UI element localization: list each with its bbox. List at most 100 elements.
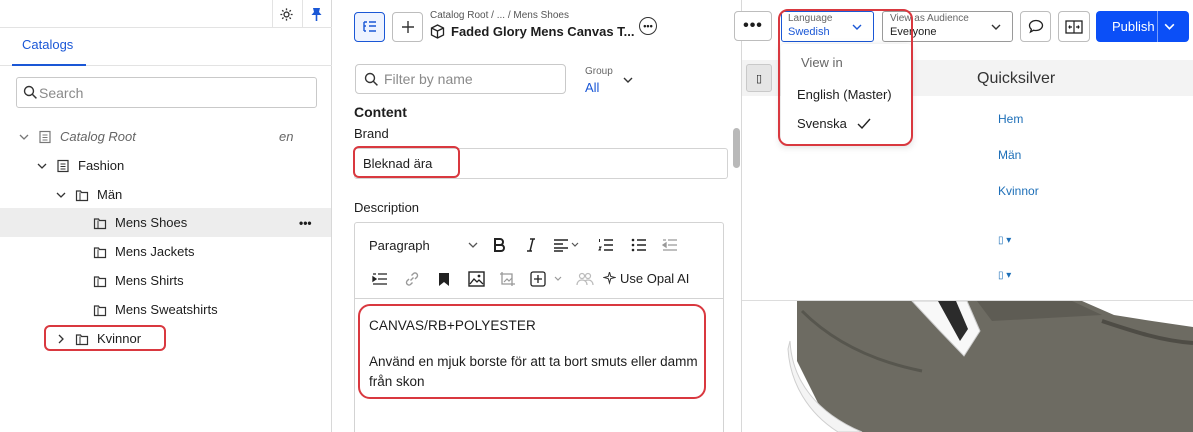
bullet-list-icon xyxy=(631,238,646,252)
bookmark-button[interactable] xyxy=(433,268,455,290)
search-icon xyxy=(23,85,37,99)
brand-label: Brand xyxy=(354,126,389,141)
brand-value[interactable]: Bleknad ära xyxy=(363,156,432,171)
page-title-row: Faded Glory Mens Canvas T... xyxy=(430,24,635,39)
language-option-english[interactable]: English (Master) xyxy=(797,87,892,102)
tree-label: Catalog Root xyxy=(60,129,136,144)
description-text-line-1[interactable]: CANVAS/RB+POLYESTER xyxy=(369,318,536,333)
align-button[interactable] xyxy=(551,234,581,256)
site-user-menu[interactable]: ▯ ▾ xyxy=(998,235,1011,246)
audience-value[interactable]: Everyone xyxy=(890,26,936,38)
sparkle-icon xyxy=(603,272,616,285)
image-button[interactable] xyxy=(465,268,487,290)
site-nav-hem[interactable]: Hem xyxy=(998,112,1023,126)
indent-icon xyxy=(372,273,387,285)
link-icon xyxy=(405,272,419,286)
checkmark-icon xyxy=(857,118,871,129)
tree-item-mens-jackets[interactable]: Mens Jackets xyxy=(0,237,331,266)
product-box-icon xyxy=(430,24,445,39)
site-cart-menu[interactable]: ▯ ▾ xyxy=(998,270,1011,281)
description-label: Description xyxy=(354,200,420,215)
numbered-list-button[interactable] xyxy=(595,234,617,256)
node-icon xyxy=(93,246,107,258)
publish-divider xyxy=(1157,11,1158,42)
italic-icon xyxy=(527,238,535,252)
search-icon xyxy=(364,72,378,86)
indent-button[interactable] xyxy=(369,268,391,290)
more-options-button[interactable]: ••• xyxy=(734,11,772,41)
tree-label: Mens Jackets xyxy=(115,244,195,259)
folder-icon xyxy=(75,333,89,345)
chevron-down-icon xyxy=(468,242,478,248)
outdent-button[interactable] xyxy=(659,234,681,256)
chevron-down-icon[interactable] xyxy=(990,21,1002,33)
chevron-down-icon[interactable] xyxy=(851,21,863,33)
media-icon xyxy=(499,272,515,286)
tree-item-fashion[interactable]: Fashion xyxy=(0,151,331,180)
gear-icon xyxy=(280,7,293,21)
insert-icon xyxy=(530,271,562,287)
shoe-image xyxy=(742,301,1193,432)
filter-field[interactable] xyxy=(355,64,566,94)
align-left-icon xyxy=(554,239,579,252)
compare-icon xyxy=(1065,19,1083,34)
chevron-down-icon[interactable] xyxy=(622,74,634,86)
chevron-down-icon[interactable] xyxy=(18,131,30,143)
active-tab-indicator xyxy=(12,64,86,66)
pin-button[interactable] xyxy=(302,0,330,28)
tree-item-catalog-root[interactable]: Catalog Root en xyxy=(0,122,331,151)
site-nav-kvinnor[interactable]: Kvinnor xyxy=(998,184,1039,198)
link-button[interactable] xyxy=(401,268,423,290)
bookmark-icon xyxy=(439,272,449,286)
scrollbar[interactable] xyxy=(733,60,741,432)
title-more-button[interactable]: ••• xyxy=(639,17,657,35)
tree-item-mens-shirts[interactable]: Mens Shirts xyxy=(0,266,331,295)
tree-item-mens-sweatshirts[interactable]: Mens Sweatshirts xyxy=(0,295,331,324)
site-nav-man[interactable]: Män xyxy=(998,148,1021,162)
tree-label: Män xyxy=(97,187,123,202)
language-value[interactable]: Swedish xyxy=(788,26,830,38)
tab-catalogs[interactable]: Catalogs xyxy=(22,37,73,52)
bullet-list-button[interactable] xyxy=(628,234,650,256)
tree-item-mens-shoes[interactable]: Mens Shoes ••• xyxy=(0,208,331,237)
group-select[interactable]: All xyxy=(585,80,599,95)
chevron-right-icon[interactable] xyxy=(55,333,67,345)
opal-ai-button[interactable]: Use Opal AI xyxy=(603,271,689,286)
more-icon[interactable]: ••• xyxy=(299,216,312,230)
publish-button[interactable]: Publish xyxy=(1096,11,1189,42)
section-title: Content xyxy=(354,104,407,120)
bold-button[interactable] xyxy=(488,234,510,256)
comment-button[interactable] xyxy=(1020,11,1051,42)
paragraph-format-select[interactable]: Paragraph xyxy=(369,234,481,256)
tree-label: Fashion xyxy=(78,158,125,173)
italic-button[interactable] xyxy=(520,234,542,256)
add-button[interactable] xyxy=(392,12,423,42)
search-input[interactable] xyxy=(39,85,309,101)
pin-icon xyxy=(311,7,322,21)
media-button[interactable] xyxy=(496,268,518,290)
group-label: Group xyxy=(585,66,613,77)
catalog-search[interactable] xyxy=(16,77,317,108)
tree-item-man[interactable]: Män xyxy=(0,180,331,209)
description-text-line-2[interactable]: Använd en mjuk borste för att ta bort sm… xyxy=(369,352,699,392)
settings-button[interactable] xyxy=(272,0,300,28)
tree-label: Kvinnor xyxy=(97,331,142,346)
audience-icon xyxy=(574,268,596,290)
chevron-down-icon[interactable] xyxy=(1163,20,1176,33)
filter-input[interactable] xyxy=(384,71,559,87)
scrollbar-thumb[interactable] xyxy=(733,128,740,168)
audience-label: View as Audience xyxy=(890,13,969,24)
breadcrumb[interactable]: Catalog Root / ... / Mens Shoes xyxy=(430,10,569,21)
image-icon xyxy=(467,271,485,287)
insert-button[interactable] xyxy=(528,268,568,290)
chevron-down-icon[interactable] xyxy=(36,160,48,172)
tree-item-kvinnor[interactable]: Kvinnor xyxy=(0,324,331,353)
outline-toggle-button[interactable] xyxy=(354,12,385,42)
language-option-svenska[interactable]: Svenska xyxy=(797,116,871,131)
tree-label: Mens Sweatshirts xyxy=(115,302,218,317)
preview-device-toggle[interactable]: ▯ xyxy=(746,64,772,92)
tree-label: Mens Shoes xyxy=(115,215,188,230)
chevron-down-icon[interactable] xyxy=(55,189,67,201)
plus-icon xyxy=(401,21,414,33)
compare-button[interactable] xyxy=(1058,11,1090,42)
